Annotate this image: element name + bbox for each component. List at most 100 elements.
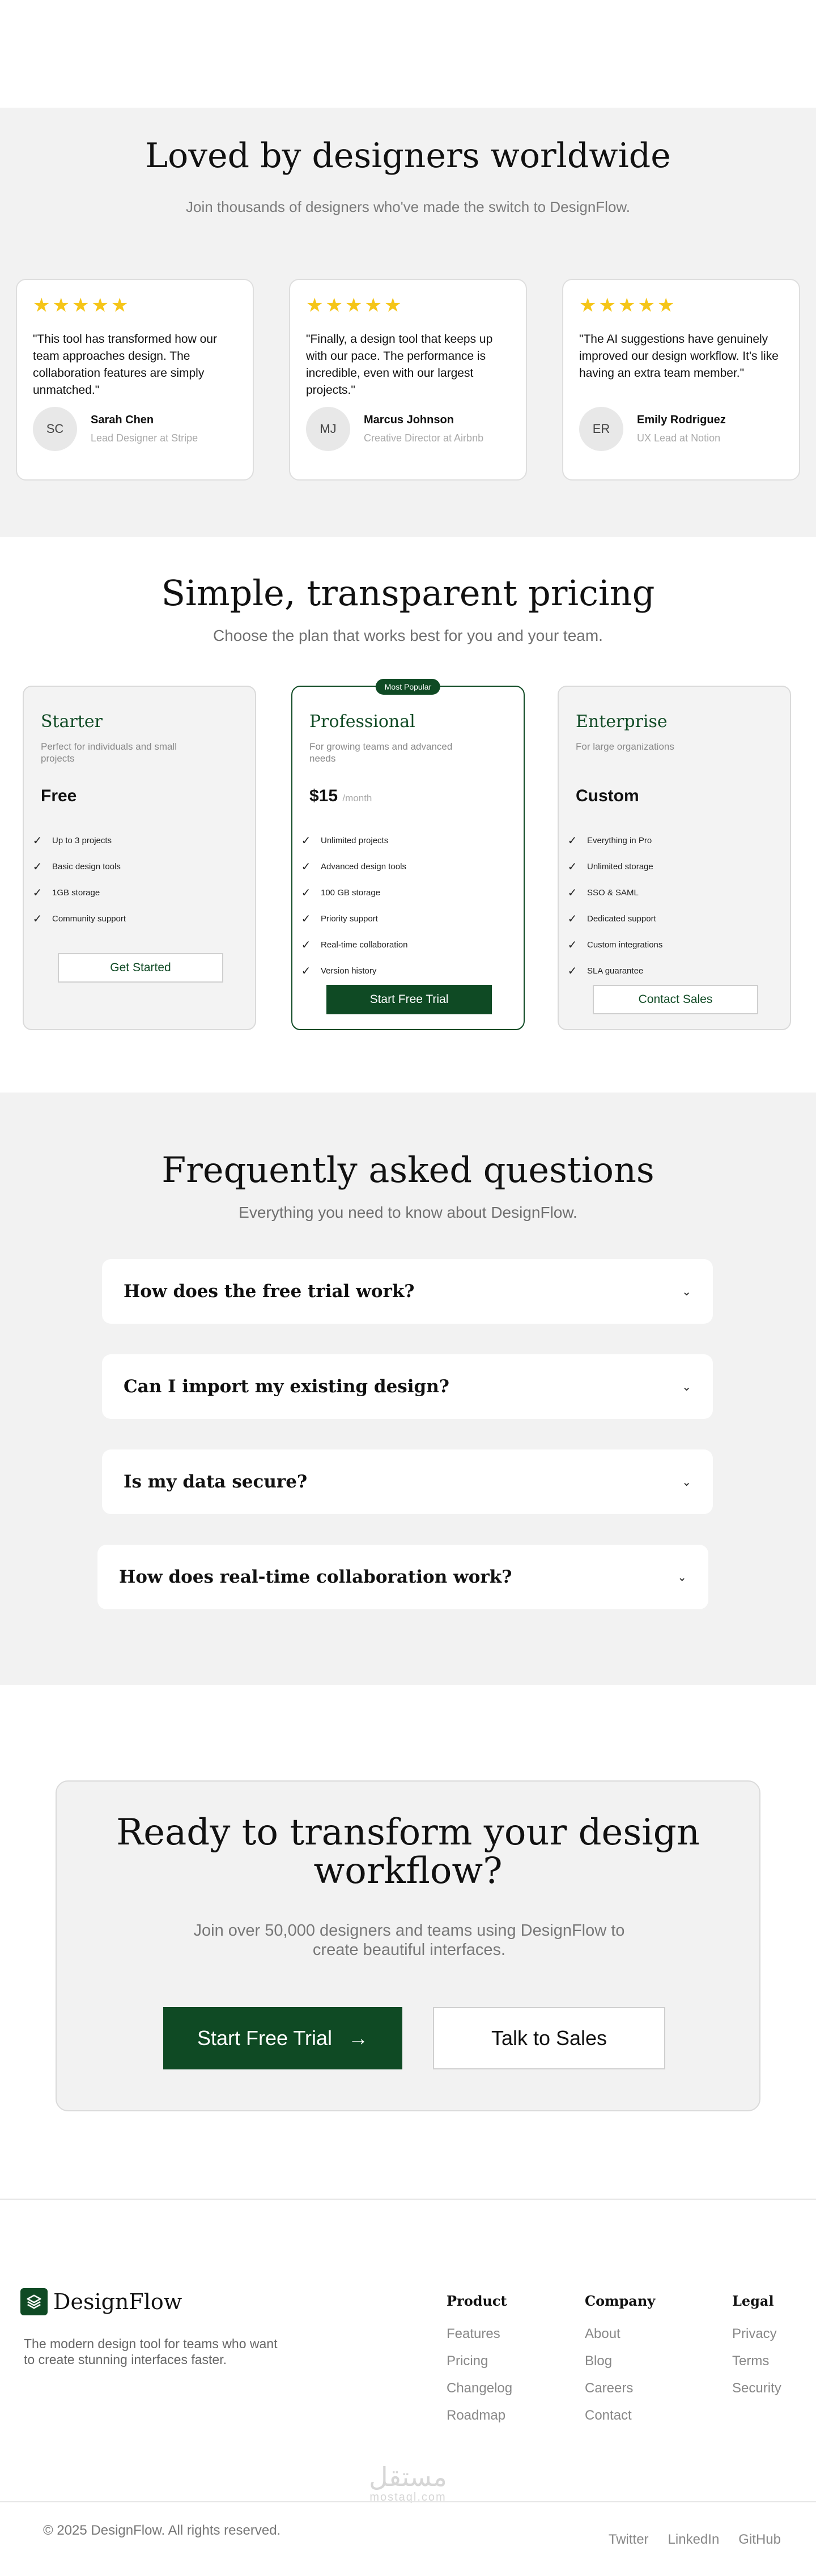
faq-question: How does the free trial work? xyxy=(124,1281,415,1302)
star-icon: ★ xyxy=(71,295,90,316)
chevron-down-icon: ⌄ xyxy=(677,1571,687,1584)
testimonial-quote: "This tool has transformed how our team … xyxy=(33,333,217,397)
author-role: UX Lead at Notion xyxy=(637,432,721,444)
faq-question: Is my data secure? xyxy=(124,1472,308,1492)
feature-item: ✓ Up to 3 projects xyxy=(32,827,126,853)
feature-item: ✓ Unlimited projects xyxy=(300,827,407,853)
feature-label: Community support xyxy=(52,913,126,924)
brand-logo[interactable]: DesignFlow xyxy=(20,2288,182,2315)
feature-label: SSO & SAML xyxy=(587,887,639,898)
plan-name: Enterprise xyxy=(576,712,668,732)
feature-label: Unlimited projects xyxy=(321,835,389,845)
testimonials-section: Loved by designers worldwide Join thousa… xyxy=(0,108,816,537)
author-role: Lead Designer at Stripe xyxy=(91,432,198,444)
feature-label: Advanced design tools xyxy=(321,861,406,872)
star-icon: ★ xyxy=(579,295,597,316)
feature-item: ✓ SSO & SAML xyxy=(567,879,662,906)
plan-price: Custom xyxy=(576,787,639,806)
talk-to-sales-button[interactable]: Talk to Sales xyxy=(433,2007,665,2069)
footer-column-legal: Legal Privacy Terms Security xyxy=(732,2293,781,2402)
footer-column-company: Company About Blog Careers Contact xyxy=(585,2293,655,2429)
testimonials-subtitle: Join thousands of designers who've made … xyxy=(186,198,630,215)
social-link-github[interactable]: GitHub xyxy=(738,2532,781,2548)
footer-column-title: Product xyxy=(447,2293,507,2309)
pricing-card-enterprise: Enterprise For large organizations Custo… xyxy=(558,686,791,1030)
check-icon: ✓ xyxy=(567,912,577,925)
get-started-button[interactable]: Get Started xyxy=(58,953,223,983)
author-role: Creative Director at Airbnb xyxy=(364,432,484,444)
check-icon: ✓ xyxy=(567,886,577,899)
contact-sales-button[interactable]: Contact Sales xyxy=(593,985,758,1014)
feature-item: ✓ Custom integrations xyxy=(567,932,663,958)
check-icon: ✓ xyxy=(32,886,42,899)
feature-list: ✓ Up to 3 projects ✓ Basic design tools ✓ 1… xyxy=(32,827,126,932)
faq-item[interactable]: How does real-time collaboration work? ⌄ xyxy=(97,1545,708,1609)
chevron-down-icon: ⌄ xyxy=(682,1380,691,1393)
faq-item[interactable]: Is my data secure? ⌄ xyxy=(102,1449,713,1514)
testimonial-card: ★ ★ ★ ★ ★ "Finally, a design tool that keeps… xyxy=(289,279,527,481)
cta-title: Ready to transform your design workflow? xyxy=(116,1812,700,1892)
faq-item[interactable]: How does the free trial work? ⌄ xyxy=(102,1259,713,1324)
chevron-down-icon: ⌄ xyxy=(682,1285,691,1298)
footer-column-title: Legal xyxy=(732,2293,774,2309)
price-amount: $15 xyxy=(309,787,338,805)
button-label: Start Free Trial xyxy=(197,2026,333,2050)
plan-name: Starter xyxy=(41,712,103,732)
feature-label: Priority support xyxy=(321,913,378,924)
star-icon: ★ xyxy=(638,295,655,316)
footer-column-title: Company xyxy=(585,2293,656,2309)
avatar: MJ xyxy=(306,407,350,451)
star-icon: ★ xyxy=(306,295,324,316)
footer-link-contact[interactable]: Contact xyxy=(585,2402,655,2429)
footer-link-blog[interactable]: Blog xyxy=(585,2348,655,2375)
footer-link-security[interactable]: Security xyxy=(732,2375,781,2402)
feature-label: Unlimited storage xyxy=(587,861,653,872)
watermark-arabic: مستقل xyxy=(369,2462,447,2492)
feature-label: 1GB storage xyxy=(52,887,100,898)
faq-item[interactable]: Can I import my existing design? ⌄ xyxy=(102,1354,713,1419)
social-link-linkedin[interactable]: LinkedIn xyxy=(668,2532,720,2548)
start-free-trial-button[interactable]: Start Free Trial → xyxy=(163,2007,402,2069)
footer-link-features[interactable]: Features xyxy=(447,2320,512,2348)
social-link-twitter[interactable]: Twitter xyxy=(609,2532,649,2548)
arrow-right-icon: → xyxy=(348,2026,369,2050)
pricing-subtitle: Choose the plan that works best for you … xyxy=(213,627,603,644)
check-icon: ✓ xyxy=(32,912,42,925)
footer-link-changelog[interactable]: Changelog xyxy=(447,2375,512,2402)
cta-subtitle: Join over 50,000 designers and teams usi… xyxy=(193,1922,625,1959)
check-icon: ✓ xyxy=(32,860,42,873)
price-period: /month xyxy=(342,793,372,804)
pricing-card-starter: Starter Perfect for individuals and smal… xyxy=(23,686,256,1030)
testimonial-author: ER Emily Rodriguez UX Lead at Notion xyxy=(579,407,726,451)
star-icon: ★ xyxy=(618,295,636,316)
footer: DesignFlow The modern design tool for te… xyxy=(0,2199,816,2576)
footer-link-terms[interactable]: Terms xyxy=(732,2348,781,2375)
feature-item: ✓ Dedicated support xyxy=(567,906,662,932)
feature-label: Custom integrations xyxy=(587,940,663,950)
faq-subtitle: Everything you need to know about Design… xyxy=(239,1204,577,1221)
start-free-trial-button[interactable]: Start Free Trial xyxy=(326,985,492,1014)
star-icon: ★ xyxy=(91,295,109,316)
author-name: Sarah Chen xyxy=(91,414,154,426)
pricing-title: Simple, transparent pricing xyxy=(161,572,655,614)
plan-price: Free xyxy=(41,787,76,806)
footer-link-careers[interactable]: Careers xyxy=(585,2375,655,2402)
faq-question: Can I import my existing design? xyxy=(124,1376,449,1397)
star-icon: ★ xyxy=(345,295,363,316)
testimonial-card: ★ ★ ★ ★ ★ "This tool has transformed how our… xyxy=(16,279,254,481)
footer-link-about[interactable]: About xyxy=(585,2320,655,2348)
footer-link-roadmap[interactable]: Roadmap xyxy=(447,2402,512,2429)
star-icon: ★ xyxy=(657,295,675,316)
testimonial-quote: "The AI suggestions have genuinely impro… xyxy=(579,333,779,380)
footer-link-pricing[interactable]: Pricing xyxy=(447,2348,512,2375)
testimonial-quote: "Finally, a design tool that keeps up wi… xyxy=(306,333,493,397)
price-amount: Custom xyxy=(576,787,639,805)
feature-item: ✓ Everything in Pro xyxy=(567,827,662,853)
testimonials-title: Loved by designers worldwide xyxy=(145,136,671,176)
check-icon: ✓ xyxy=(301,860,311,873)
feature-label: Basic design tools xyxy=(52,861,121,872)
footer-link-privacy[interactable]: Privacy xyxy=(732,2320,781,2348)
star-icon: ★ xyxy=(364,295,382,316)
watermark-logo: مستقل mostaql.com xyxy=(357,2463,459,2504)
cta-card: Ready to transform your design workflow?… xyxy=(56,1780,760,2111)
